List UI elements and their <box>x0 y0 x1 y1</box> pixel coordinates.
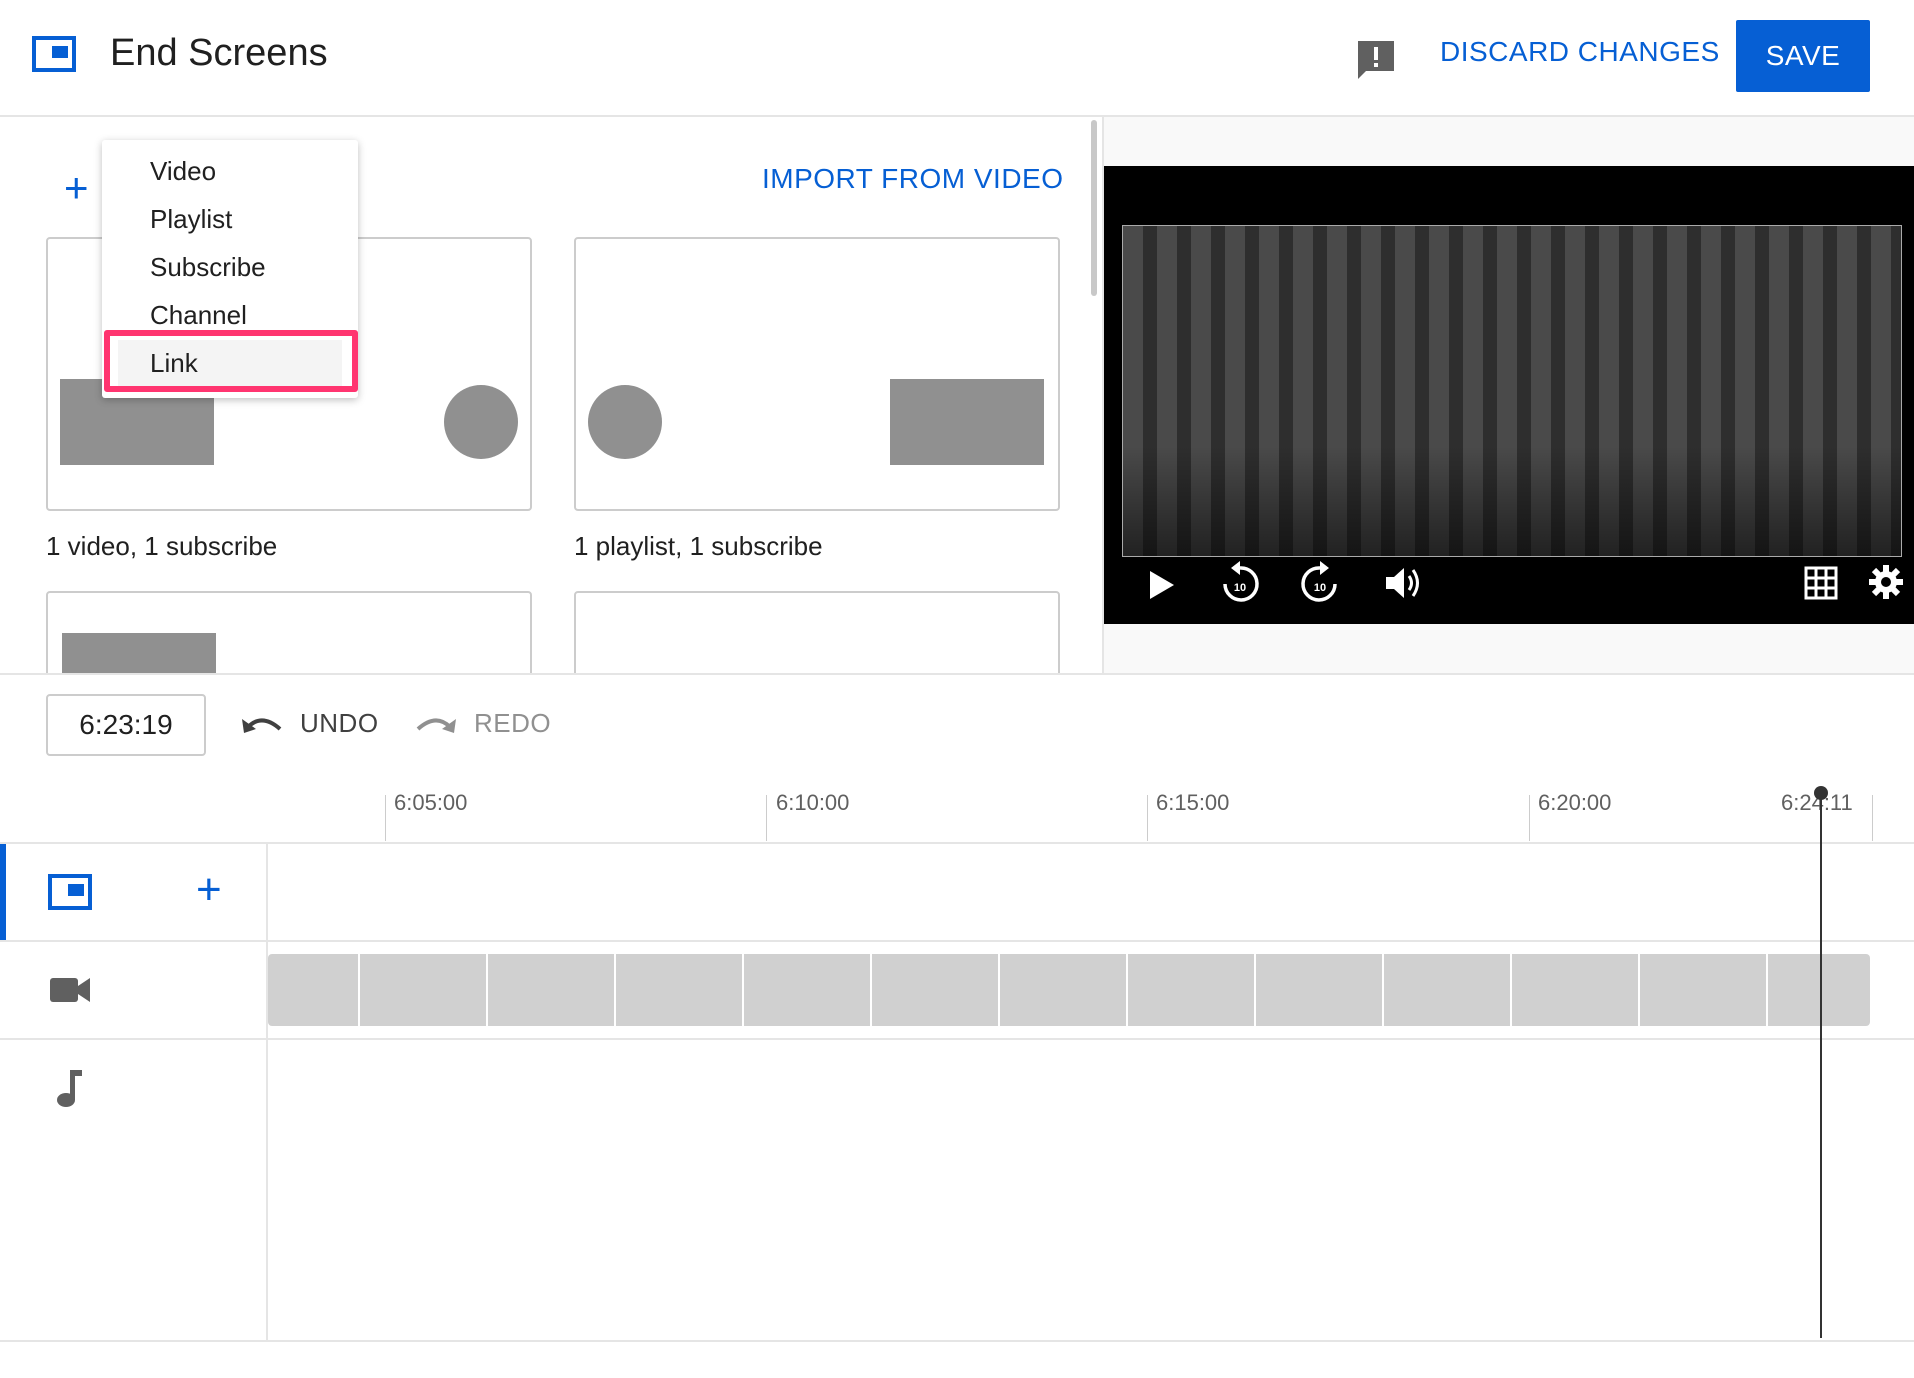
grid-icon[interactable] <box>1804 566 1838 600</box>
video-camera-icon <box>50 978 90 1002</box>
redo-icon <box>416 718 456 733</box>
ruler-tick <box>1529 795 1530 841</box>
menu-item-playlist[interactable]: Playlist <box>150 204 232 235</box>
scrollbar[interactable] <box>1091 120 1097 296</box>
add-track-element-icon[interactable]: + <box>196 868 222 912</box>
gear-icon[interactable] <box>1868 564 1904 600</box>
discard-changes-button[interactable]: DISCARD CHANGES <box>1440 36 1720 68</box>
page-title: End Screens <box>110 32 328 74</box>
subscribe-placeholder <box>444 385 518 459</box>
ruler-tick <box>766 795 767 841</box>
menu-item-subscribe[interactable]: Subscribe <box>150 252 266 283</box>
undo-icon <box>242 718 282 733</box>
track-divider <box>0 940 1914 942</box>
divider <box>0 1340 1914 1342</box>
video-frame <box>1122 225 1902 557</box>
rewind-10-icon[interactable]: 10 <box>1220 560 1260 604</box>
ruler-tick <box>1872 795 1873 841</box>
volume-icon[interactable] <box>1384 564 1424 602</box>
playhead-handle[interactable] <box>1814 786 1828 800</box>
ruler-tick <box>385 795 386 841</box>
template-label: 1 playlist, 1 subscribe <box>574 531 823 561</box>
forward-10-icon[interactable]: 10 <box>1300 560 1340 604</box>
divider <box>0 673 1914 675</box>
ruler-tick-label: 6:20:00 <box>1538 790 1612 815</box>
template-label: 1 video, 1 subscribe <box>46 531 278 561</box>
svg-text:10: 10 <box>1234 582 1246 594</box>
highlight-box <box>104 330 358 392</box>
menu-item-channel[interactable]: Channel <box>150 300 247 331</box>
ruler-tick-label: 6:15:00 <box>1156 790 1230 815</box>
feedback-icon[interactable] <box>1355 38 1397 82</box>
active-track-indicator <box>0 844 6 940</box>
ruler-tick-label: 6:10:00 <box>776 790 850 815</box>
track-header-divider <box>266 844 268 1342</box>
play-icon[interactable] <box>1146 568 1178 602</box>
ruler-baseline <box>0 842 1914 844</box>
save-button[interactable]: SAVE <box>1736 20 1870 92</box>
undo-button[interactable]: UNDO <box>240 708 379 739</box>
add-element-icon[interactable]: + <box>64 167 89 209</box>
playhead[interactable] <box>1820 790 1822 1338</box>
svg-text:10: 10 <box>1314 582 1326 594</box>
video-track-strip[interactable] <box>268 954 1870 1026</box>
ruler-tick-label: 6:05:00 <box>394 790 468 815</box>
redo-label: REDO <box>474 708 552 738</box>
end-screen-icon <box>32 36 76 72</box>
template-card-playlist-subscribe[interactable] <box>574 237 1060 511</box>
template-card[interactable] <box>46 591 532 673</box>
track-divider <box>0 1038 1914 1040</box>
ruler-tick <box>1147 795 1148 841</box>
undo-label: UNDO <box>300 708 379 738</box>
template-card[interactable] <box>574 591 1060 673</box>
menu-item-video[interactable]: Video <box>150 156 216 187</box>
import-from-video-button[interactable]: IMPORT FROM VIDEO <box>762 163 1064 195</box>
end-screen-icon <box>48 874 92 910</box>
playlist-placeholder <box>890 379 1044 465</box>
video-placeholder <box>62 633 216 673</box>
redo-button[interactable]: REDO <box>414 708 551 739</box>
music-note-icon <box>57 1070 82 1107</box>
subscribe-placeholder <box>588 385 662 459</box>
current-time-field[interactable]: 6:23:19 <box>46 694 206 756</box>
